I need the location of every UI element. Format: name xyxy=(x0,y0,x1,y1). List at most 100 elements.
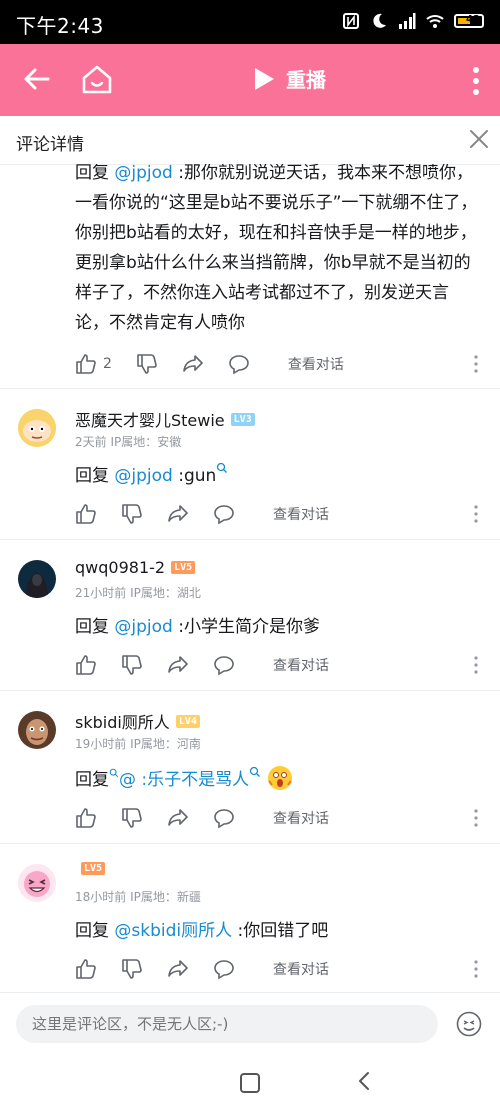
home-icon[interactable] xyxy=(80,62,114,96)
close-icon[interactable] xyxy=(468,128,490,150)
more-vertical-icon[interactable] xyxy=(474,656,478,674)
action-row: 查看对话 xyxy=(75,957,480,981)
username-row: 恶魔天才婴儿Stewie LV3 xyxy=(75,407,255,431)
comment-text: :gun xyxy=(172,466,217,486)
dislike-button[interactable] xyxy=(121,503,143,525)
app-bar: 重播 xyxy=(0,44,500,116)
share-icon xyxy=(168,960,188,977)
share-button[interactable] xyxy=(167,503,189,525)
avatar[interactable] xyxy=(18,711,56,749)
comment-text: :小学生简介是你爹 xyxy=(172,617,320,637)
more-vertical-icon[interactable] xyxy=(474,960,478,978)
dislike-button[interactable] xyxy=(121,958,143,980)
avatar[interactable] xyxy=(18,409,56,447)
comment-bubble-icon xyxy=(214,960,234,980)
play-icon xyxy=(255,67,274,90)
comment-time: 21小时前 xyxy=(75,586,127,600)
dislike-button[interactable] xyxy=(136,353,158,375)
avatar[interactable] xyxy=(18,560,56,598)
ip-location: IP属地：河南 xyxy=(130,737,201,751)
view-dialog-button[interactable]: 查看对话 xyxy=(273,655,329,675)
search-keyword-icon[interactable] xyxy=(249,766,261,778)
mention-link[interactable]: @ xyxy=(119,770,136,790)
share-button[interactable] xyxy=(167,654,189,676)
comment-text: :那你就别说逆天话，我本来不想喷你，一看你说的“这里是b站不要说乐子”一下就绷不… xyxy=(75,164,478,333)
emoji-icon[interactable] xyxy=(456,1011,482,1037)
status-time: 下午2:43 xyxy=(16,14,104,38)
search-keyword-icon[interactable] xyxy=(216,462,228,474)
share-button[interactable] xyxy=(167,807,189,829)
username[interactable]: 恶魔天才婴儿Stewie xyxy=(75,407,225,431)
comment-body: 回复 @ :乐子不是骂人 xyxy=(75,765,480,795)
status-bar: 下午2:43 42 xyxy=(0,0,500,44)
username[interactable]: skbidi厕所人 xyxy=(75,709,170,733)
like-button[interactable] xyxy=(75,807,97,829)
more-vertical-icon[interactable] xyxy=(472,66,480,96)
like-button[interactable]: 2 xyxy=(75,353,112,375)
like-button[interactable] xyxy=(75,958,97,980)
action-row: 查看对话 xyxy=(75,653,480,677)
view-dialog-button[interactable]: 查看对话 xyxy=(288,354,344,374)
share-icon xyxy=(168,809,188,826)
mention-link[interactable]: @skbidi厕所人 xyxy=(114,921,232,941)
search-keyword-icon[interactable] xyxy=(109,768,119,778)
avatar[interactable] xyxy=(18,864,56,902)
reply-button[interactable] xyxy=(213,654,235,676)
laughing-avatar-icon xyxy=(18,864,56,902)
comment-meta: 21小时前 IP属地：湖北 xyxy=(75,584,201,601)
comment-body: 回复 @skbidi厕所人 :你回错了吧 xyxy=(75,916,480,946)
username-row: qwq0981-2 LV5 xyxy=(75,558,196,577)
nfc-icon xyxy=(343,13,359,29)
dislike-button[interactable] xyxy=(121,807,143,829)
reply-button[interactable] xyxy=(213,807,235,829)
username[interactable]: qwq0981-2 xyxy=(75,558,165,577)
comment-list[interactable]: 回复 @jpjod :那你就别说逆天话，我本来不想喷你，一看你说的“这里是b站不… xyxy=(0,164,500,992)
view-dialog-label: 查看对话 xyxy=(273,962,329,978)
more-vertical-icon[interactable] xyxy=(474,355,478,373)
thumbs-down-icon xyxy=(122,959,142,979)
more-vertical-icon[interactable] xyxy=(474,809,478,827)
share-button[interactable] xyxy=(182,353,204,375)
list-item: qwq0981-2 LV5 21小时前 IP属地：湖北 回复 @jpjod :小… xyxy=(0,540,500,691)
share-icon xyxy=(168,505,188,522)
dislike-button[interactable] xyxy=(121,654,143,676)
share-button[interactable] xyxy=(167,958,189,980)
replay-button[interactable]: 重播 xyxy=(252,64,326,93)
comment-bubble-icon xyxy=(214,809,234,829)
view-dialog-button[interactable]: 查看对话 xyxy=(273,808,329,828)
thumbs-down-icon xyxy=(122,504,142,524)
comment-text: :乐子不是骂人 xyxy=(136,770,250,790)
status-icons: 42 xyxy=(342,12,484,30)
comment-body: 回复 @jpjod :小学生简介是你爹 xyxy=(75,612,480,642)
more-vertical-icon[interactable] xyxy=(474,505,478,523)
mention-link[interactable]: @jpjod xyxy=(114,466,172,486)
thumbs-up-icon xyxy=(76,354,96,374)
reply-prefix: 回复 xyxy=(75,770,109,790)
comment-body: 回复 @jpjod :那你就别说逆天话，我本来不想喷你，一看你说的“这里是b站不… xyxy=(75,164,480,338)
comment-input[interactable] xyxy=(16,1005,438,1043)
nav-back-icon[interactable] xyxy=(357,1071,371,1091)
thumbs-down-icon xyxy=(137,354,157,374)
reply-button[interactable] xyxy=(213,503,235,525)
view-dialog-label: 查看对话 xyxy=(273,811,329,827)
reply-button[interactable] xyxy=(228,353,250,375)
list-item: 恶魔天才婴儿Stewie LV3 2天前 IP属地：安徽 回复 @jpjod :… xyxy=(0,389,500,540)
level-badge: LV5 xyxy=(171,561,196,574)
like-button[interactable] xyxy=(75,503,97,525)
moon-icon xyxy=(373,13,386,28)
home-square-icon[interactable] xyxy=(240,1073,260,1093)
back-arrow-icon[interactable] xyxy=(22,64,52,94)
comment-body: 回复 @jpjod :gun xyxy=(75,461,480,491)
comment-time: 2天前 xyxy=(75,435,107,449)
view-dialog-button[interactable]: 查看对话 xyxy=(273,959,329,979)
share-icon xyxy=(183,355,203,372)
mention-link[interactable]: @jpjod xyxy=(114,164,172,183)
like-button[interactable] xyxy=(75,654,97,676)
battery-icon: 42 xyxy=(454,14,484,28)
reply-button[interactable] xyxy=(213,958,235,980)
reply-prefix: 回复 xyxy=(75,617,115,637)
view-dialog-button[interactable]: 查看对话 xyxy=(273,504,329,524)
comment-time: 19小时前 xyxy=(75,737,127,751)
mention-link[interactable]: @jpjod xyxy=(114,617,172,637)
system-nav-bar xyxy=(0,1056,500,1111)
